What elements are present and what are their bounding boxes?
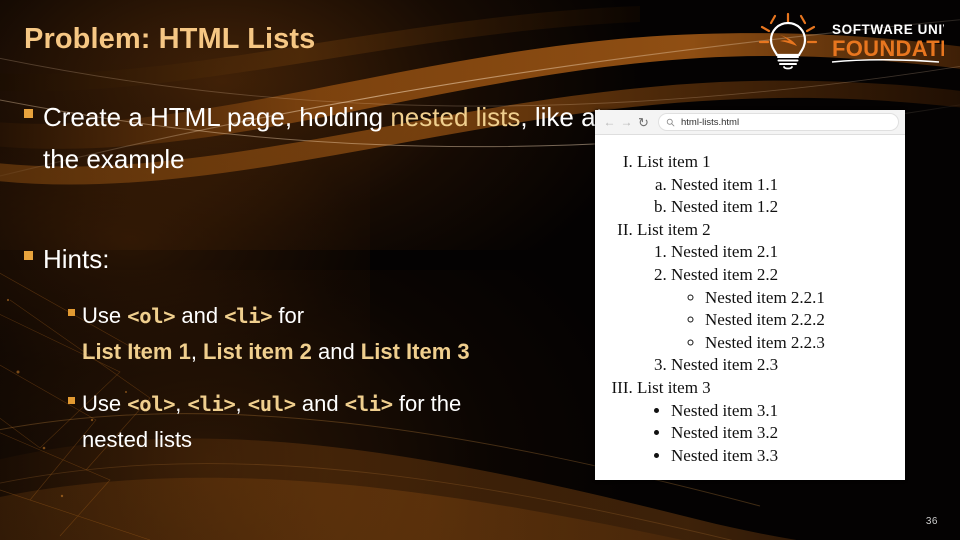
hint-1-text: Use <ol> and <li> for List Item 1, List …: [82, 298, 470, 370]
list-item-label: Nested item 3.3: [671, 445, 779, 465]
slide-body: Create a HTML page, holding nested lists…: [24, 96, 604, 458]
address-bar[interactable]: html-lists.html: [658, 113, 899, 131]
lightbulb-icon: [758, 12, 818, 70]
square-bullet-icon: [24, 251, 33, 261]
nested-ordered-list: Nested item 2.1 Nested item 2.2 Nested i…: [637, 241, 897, 377]
list-item: Nested item 2.2.1: [705, 287, 897, 310]
hint1-list-item-1: List Item 1: [82, 339, 191, 365]
list-item-label: Nested item 1.2: [671, 197, 779, 217]
outer-ordered-list: List item 1 Nested item 1.1 Nested item …: [603, 151, 897, 468]
list-item-label: Nested item 2.2.3: [705, 332, 825, 352]
list-item-label: Nested item 2.3: [671, 355, 779, 375]
bullet-text-create: Create a HTML page, holding nested lists…: [43, 96, 604, 180]
slide-canvas: Problem: HTML Lists SOFTWARE UNIVERSI: [0, 0, 960, 540]
bullet-item-create: Create a HTML page, holding nested lists…: [24, 96, 604, 180]
hint2-code-ol: <ol>: [127, 392, 176, 417]
nested-ordered-list: Nested item 1.1 Nested item 1.2: [637, 174, 897, 219]
browser-screenshot: ← → ↻ html-lists.html List item 1 Nested…: [595, 110, 905, 480]
hint1-sep1: ,: [190, 339, 204, 365]
list-item: Nested item 2.1: [671, 241, 897, 264]
square-bullet-icon: [24, 109, 33, 118]
create-text-nested-lists: nested lists: [390, 102, 521, 132]
list-item: Nested item 1.1: [671, 174, 897, 197]
page-number: 36: [925, 516, 938, 527]
bullet-item-hints: Hints:: [24, 238, 604, 280]
list-item-label: Nested item 3.2: [671, 423, 779, 443]
address-bar-url: html-lists.html: [681, 116, 740, 128]
hint2-code-li2: <li>: [344, 392, 393, 417]
list-item: List item 3 Nested item 3.1 Nested item …: [637, 377, 897, 467]
hint1-t3: for: [272, 303, 305, 329]
arrow-right-icon[interactable]: →: [618, 114, 635, 131]
square-bullet-icon: [68, 397, 75, 405]
hint1-t2: and: [175, 303, 225, 329]
page-title: Problem: HTML Lists: [24, 23, 316, 55]
list-item: Nested item 3.3: [671, 445, 897, 468]
hint1-code-ol: <ol>: [127, 304, 176, 329]
list-item: Nested item 3.1: [671, 400, 897, 423]
list-item: List item 1 Nested item 1.1 Nested item …: [637, 151, 897, 219]
list-item-label: Nested item 2.2.2: [705, 310, 825, 330]
list-item-label: List item 3: [637, 378, 711, 398]
reload-icon[interactable]: ↻: [635, 114, 652, 131]
bullet-text-hints: Hints:: [43, 244, 110, 275]
arrow-left-icon[interactable]: ←: [601, 114, 618, 131]
list-item: Nested item 2.2.2: [705, 309, 897, 332]
hint-item-2: Use <ol>, <li>, <ul> and <li> for the ne…: [68, 386, 604, 458]
list-item: Nested item 3.2: [671, 422, 897, 445]
list-item-label: Nested item 2.2: [671, 265, 779, 285]
hint2-t1: Use: [82, 391, 128, 417]
hint1-code-li: <li>: [224, 304, 273, 329]
browser-toolbar: ← → ↻ html-lists.html: [595, 110, 905, 135]
hint2-t5: for the: [392, 391, 462, 417]
nested-unordered-list: Nested item 3.1 Nested item 3.2 Nested i…: [637, 400, 897, 468]
list-item: List item 2 Nested item 2.1 Nested item …: [637, 219, 897, 377]
list-item: Nested item 2.2.3: [705, 332, 897, 355]
hint1-list-item-2: List item 2: [203, 339, 312, 365]
hint2-t3: ,: [235, 391, 248, 417]
list-item-label: Nested item 1.1: [671, 174, 779, 194]
list-item: Nested item 2.2 Nested item 2.2.1 Nested…: [671, 264, 897, 354]
search-icon: [666, 118, 675, 126]
hint2-code-ul: <ul>: [247, 392, 296, 417]
list-item-label: Nested item 3.1: [671, 400, 779, 420]
create-text-part1: Create a HTML page, holding: [43, 102, 391, 132]
hint2-t6: nested lists: [82, 426, 193, 452]
square-bullet-icon: [68, 309, 75, 317]
list-item: Nested item 2.3: [671, 354, 897, 377]
hint1-t1: Use: [82, 303, 128, 329]
logo-line1: SOFTWARE UNIVERSITY: [832, 22, 944, 37]
list-item: Nested item 1.2: [671, 196, 897, 219]
list-item-label: List item 1: [637, 152, 711, 171]
hint2-t4: and: [295, 391, 345, 417]
hint1-sep2: and: [311, 339, 361, 365]
hint2-code-li: <li>: [187, 392, 236, 417]
hint2-t2: ,: [175, 391, 188, 417]
nested-unordered-list: Nested item 2.2.1 Nested item 2.2.2 Nest…: [671, 287, 897, 355]
hint-2-text: Use <ol>, <li>, <ul> and <li> for the ne…: [82, 386, 461, 458]
list-item-label: List item 2: [637, 219, 711, 239]
logo: SOFTWARE UNIVERSITY FOUNDATION: [744, 10, 944, 72]
hint1-list-item-3: List Item 3: [360, 339, 470, 365]
list-item-label: Nested item 2.1: [671, 242, 779, 262]
browser-viewport: List item 1 Nested item 1.1 Nested item …: [595, 135, 905, 476]
list-item-label: Nested item 2.2.1: [705, 287, 825, 307]
logo-line2: FOUNDATION: [832, 36, 944, 61]
hint-item-1: Use <ol> and <li> for List Item 1, List …: [68, 298, 604, 370]
